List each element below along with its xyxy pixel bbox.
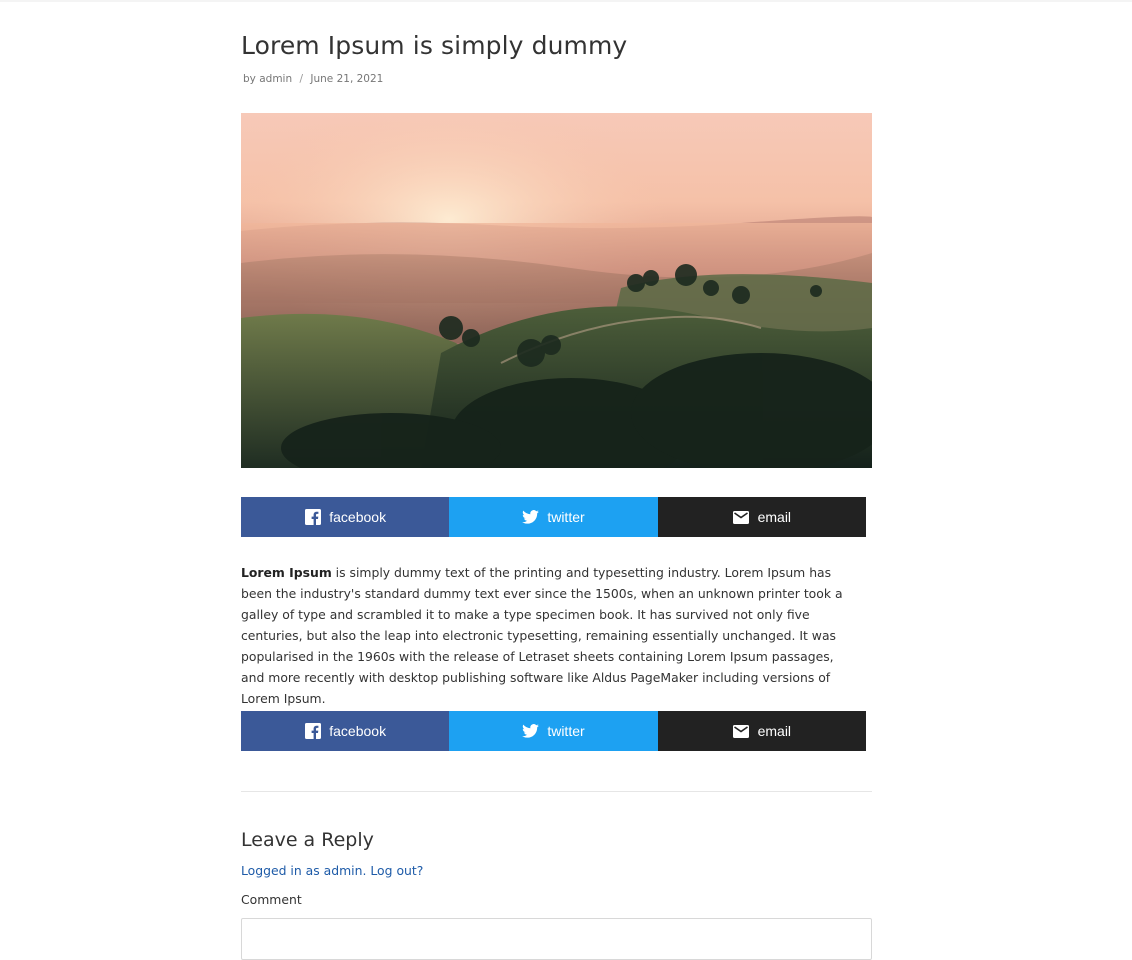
share-twitter-button[interactable]: twitter [449, 711, 658, 751]
author-link[interactable]: admin [259, 73, 292, 85]
email-icon [733, 509, 750, 526]
share-email-button[interactable]: email [657, 711, 866, 751]
logged-in-notice: Logged in as admin. Log out? [241, 863, 423, 878]
body-text: is simply dummy text of the printing and… [241, 565, 843, 706]
logged-in-as-link[interactable]: Logged in as admin. [241, 863, 366, 878]
share-facebook-label: facebook [329, 509, 387, 525]
share-email-label: email [757, 723, 792, 739]
share-bar-bottom: facebook twitter email [241, 711, 866, 751]
share-facebook-button[interactable]: facebook [241, 711, 450, 751]
meta-by-label: by [243, 73, 256, 85]
post-date: June 21, 2021 [310, 73, 384, 85]
post-body: Lorem Ipsum is simply dummy text of the … [241, 562, 851, 709]
share-twitter-label: twitter [547, 509, 585, 525]
post-meta: by admin / June 21, 2021 [243, 73, 383, 85]
share-facebook-button[interactable]: facebook [241, 497, 450, 537]
logout-link[interactable]: Log out? [370, 863, 423, 878]
landscape-image [241, 113, 872, 468]
share-bar-top: facebook twitter email [241, 497, 866, 537]
share-email-button[interactable]: email [657, 497, 866, 537]
facebook-icon [304, 723, 321, 740]
email-icon [733, 723, 750, 740]
top-border [0, 0, 1132, 2]
share-twitter-button[interactable]: twitter [449, 497, 658, 537]
facebook-icon [304, 509, 321, 526]
twitter-icon [522, 723, 540, 740]
featured-image [241, 113, 872, 468]
reply-title: Leave a Reply [241, 829, 374, 851]
meta-separator: / [299, 73, 304, 85]
twitter-icon [522, 509, 540, 526]
share-facebook-label: facebook [329, 723, 387, 739]
share-email-label: email [757, 509, 792, 525]
comments-divider [241, 791, 872, 792]
comment-label: Comment [241, 892, 302, 907]
share-twitter-label: twitter [547, 723, 585, 739]
comment-textarea[interactable] [241, 918, 872, 960]
post-title: Lorem Ipsum is simply dummy [241, 31, 628, 60]
body-lead: Lorem Ipsum [241, 565, 332, 580]
